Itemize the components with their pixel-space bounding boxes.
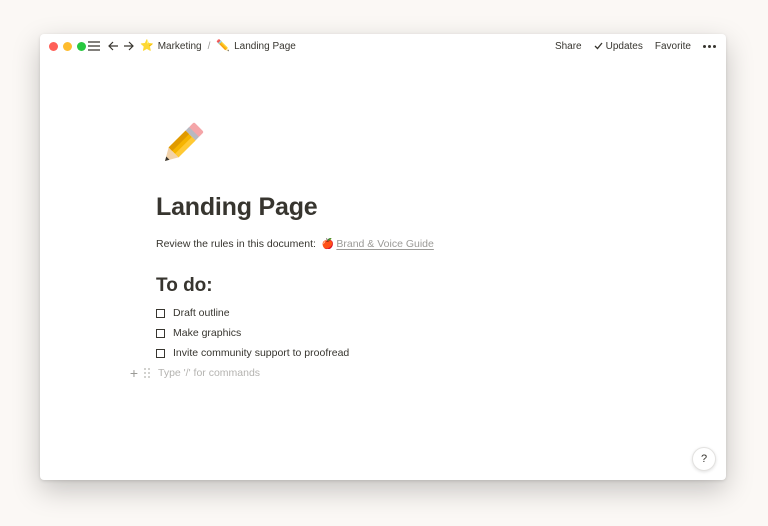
updates-button[interactable]: Updates xyxy=(594,41,643,52)
help-button[interactable]: ? xyxy=(692,447,716,471)
command-input[interactable]: Type '/' for commands xyxy=(158,367,260,379)
todo-item: Make graphics xyxy=(156,327,241,339)
todo-item: Draft outline xyxy=(156,307,230,319)
intro-text: Review the rules in this document: xyxy=(156,238,316,250)
todo-heading[interactable]: To do: xyxy=(156,275,213,297)
breadcrumb-label: Marketing xyxy=(157,40,202,52)
breadcrumb-label: Landing Page xyxy=(234,40,296,52)
topbar: ⭐️ Marketing / ✏️ Landing Page Share Upd… xyxy=(40,34,726,58)
intro-paragraph: Review the rules in this document: 🍎 Bra… xyxy=(156,238,434,250)
checkmark-icon xyxy=(594,42,603,50)
page-pencil-icon[interactable] xyxy=(156,118,208,170)
back-arrow-icon[interactable] xyxy=(107,40,119,52)
favorite-button[interactable]: Favorite xyxy=(655,41,691,52)
star-icon: ⭐️ xyxy=(140,40,154,52)
more-options-icon[interactable] xyxy=(703,44,716,48)
maximize-window-button[interactable] xyxy=(77,42,86,51)
breadcrumb-separator: / xyxy=(207,40,211,52)
updates-label: Updates xyxy=(605,40,643,52)
todo-label[interactable]: Draft outline xyxy=(173,307,230,319)
sidebar-menu-icon[interactable] xyxy=(88,40,100,52)
drag-handle-icon[interactable] xyxy=(144,368,150,378)
todo-checkbox[interactable] xyxy=(156,328,165,338)
new-block-row: + Type '/' for commands xyxy=(128,366,260,380)
todo-checkbox[interactable] xyxy=(156,348,165,358)
pencil-icon: ✏️ xyxy=(216,40,231,52)
minimize-window-button[interactable] xyxy=(63,42,72,51)
breadcrumb: ⭐️ Marketing / ✏️ Landing Page xyxy=(140,39,296,53)
forward-arrow-icon[interactable] xyxy=(122,40,134,52)
app-window: ⭐️ Marketing / ✏️ Landing Page Share Upd… xyxy=(40,34,726,480)
breadcrumb-item-landing-page[interactable]: ✏️ Landing Page xyxy=(216,39,295,53)
topbar-actions: Share Updates Favorite xyxy=(543,39,716,53)
page-title[interactable]: Landing Page xyxy=(156,193,318,222)
share-button[interactable]: Share xyxy=(555,41,582,52)
brand-voice-guide-link[interactable]: Brand & Voice Guide xyxy=(336,238,433,250)
todo-label[interactable]: Invite community support to proofread xyxy=(173,347,349,359)
add-block-icon[interactable]: + xyxy=(128,366,140,380)
apple-icon: 🍎 xyxy=(321,238,335,250)
todo-checkbox[interactable] xyxy=(156,308,165,318)
breadcrumb-item-marketing[interactable]: ⭐️ Marketing xyxy=(140,39,202,53)
todo-item: Invite community support to proofread xyxy=(156,347,349,359)
close-window-button[interactable] xyxy=(49,42,58,51)
todo-label[interactable]: Make graphics xyxy=(173,327,241,339)
